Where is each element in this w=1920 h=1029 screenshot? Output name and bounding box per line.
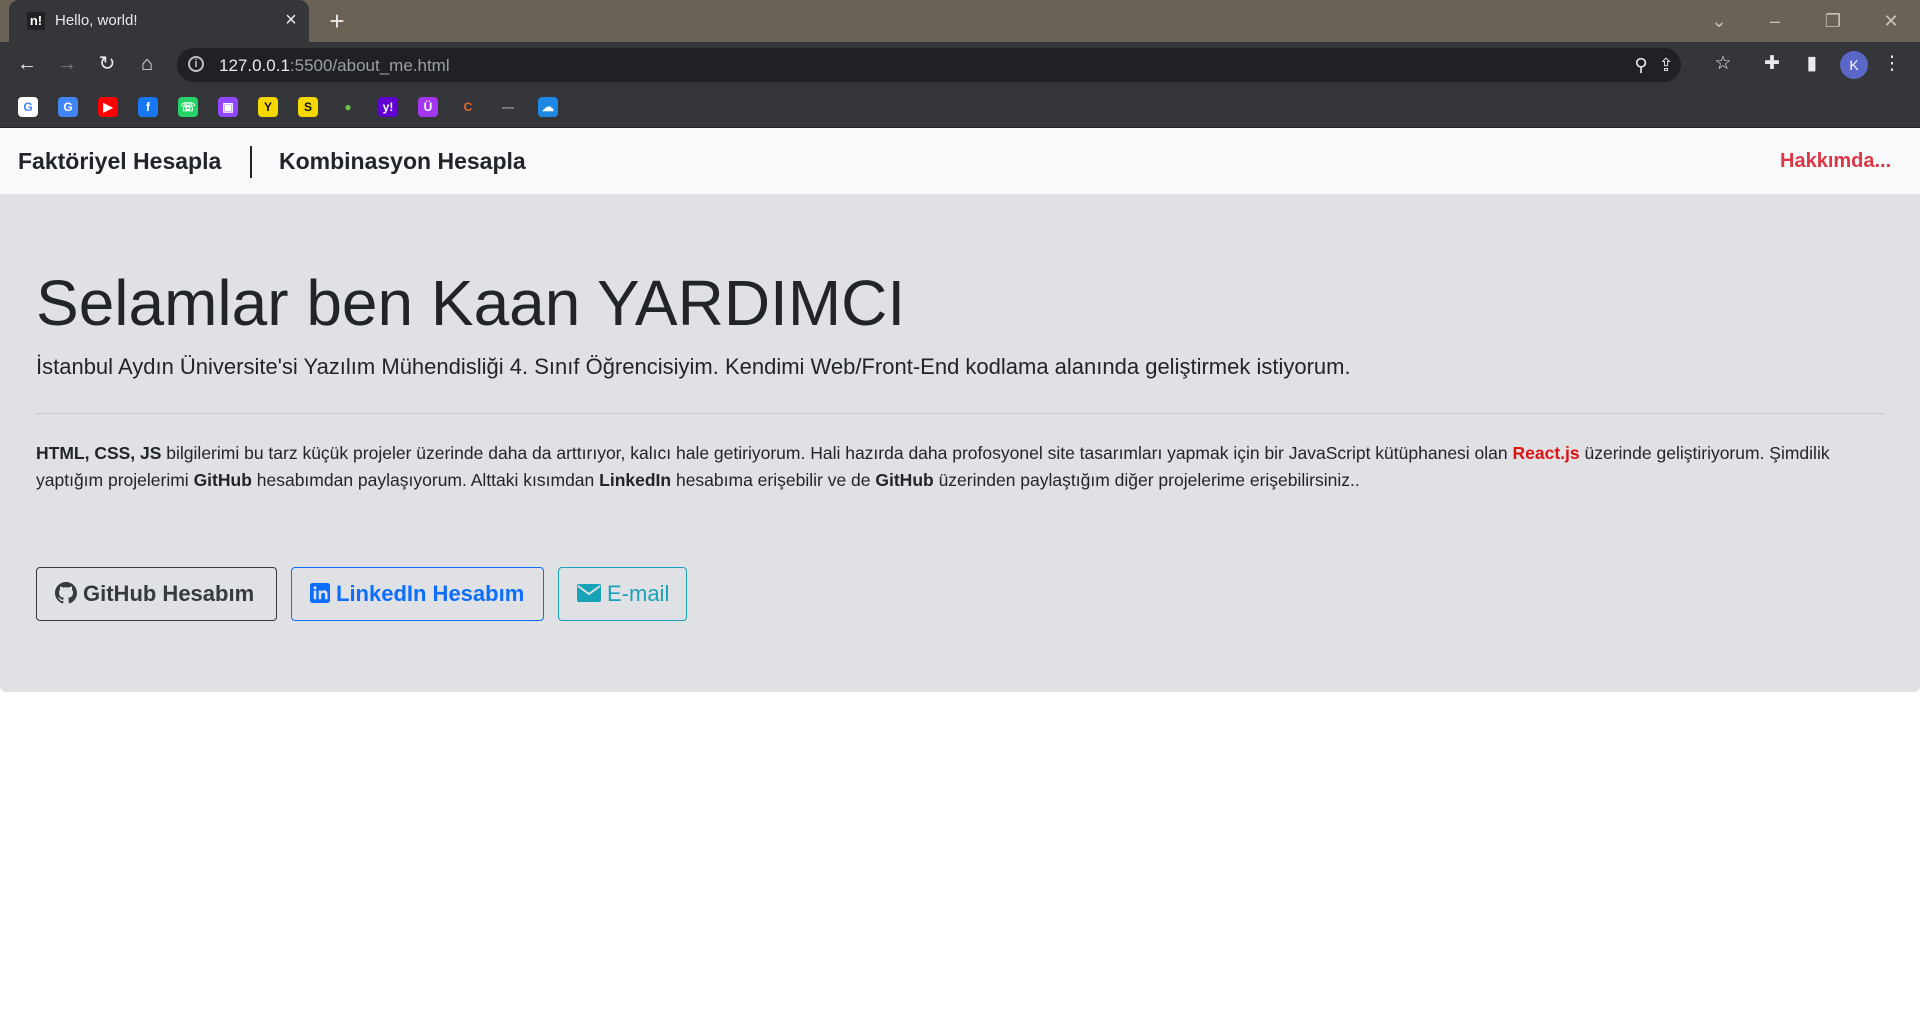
bookmark-star-icon[interactable]: ☆ xyxy=(1709,50,1737,78)
bookmarks-bar: G G ▶ f ☏ ▣ Y S ● y! Ü C — ☁ xyxy=(0,86,1920,128)
nav-link-about[interactable]: Hakkımda... xyxy=(1780,150,1891,173)
home-icon[interactable]: ⌂ xyxy=(133,50,161,78)
bookmark-drop-icon[interactable]: ● xyxy=(338,97,358,117)
email-button-label: E-mail xyxy=(607,581,670,606)
nav-link-combination[interactable]: Kombinasyon Hesapla xyxy=(279,148,526,175)
email-button[interactable]: E-mail xyxy=(558,567,687,621)
paragraph-text: bilgilerimi bu tarz küçük projeler üzeri… xyxy=(161,443,1513,463)
reload-icon[interactable]: ↻ xyxy=(93,50,121,78)
linkedin-button[interactable]: LinkedIn Hesabım xyxy=(291,567,544,621)
linkedin-button-label: LinkedIn Hesabım xyxy=(336,581,525,606)
restore-icon[interactable]: ❐ xyxy=(1820,8,1846,34)
tab-favicon: n! xyxy=(27,12,45,30)
tab-title: Hello, world! xyxy=(55,12,138,29)
github-button-label: GitHub Hesabım xyxy=(83,581,255,606)
divider xyxy=(36,413,1884,414)
bookmark-yahoo-icon[interactable]: y! xyxy=(378,97,398,117)
skills-text: HTML, CSS, JS xyxy=(36,443,162,463)
envelope-icon xyxy=(577,584,601,603)
side-panel-icon[interactable]: ▮ xyxy=(1798,50,1826,78)
bookmark-google-icon[interactable]: G xyxy=(18,97,38,117)
bookmark-facebook-icon[interactable]: f xyxy=(138,97,158,117)
close-window-icon[interactable]: ✕ xyxy=(1878,8,1904,34)
github-button[interactable]: GitHub Hesabım xyxy=(36,567,277,621)
bookmark-app-u-icon[interactable]: Ü xyxy=(418,97,438,117)
bookmark-app-s-icon[interactable]: S xyxy=(298,97,318,117)
menu-icon[interactable]: ⋮ xyxy=(1878,50,1906,78)
site-info-icon[interactable]: i xyxy=(188,56,204,72)
tab-strip: n! Hello, world! × + ⌄ – ❐ ✕ xyxy=(0,0,1920,42)
new-tab-icon[interactable]: + xyxy=(324,8,350,34)
minimize-icon[interactable]: – xyxy=(1762,8,1788,34)
page-navbar: Faktöriyel Hesapla Kombinasyon Hesapla H… xyxy=(0,128,1920,194)
bookmark-app-c-icon[interactable]: C xyxy=(458,97,478,117)
bookmark-cloud-icon[interactable]: ☁ xyxy=(538,97,558,117)
bookmark-translate-icon[interactable]: G xyxy=(58,97,78,117)
forward-icon[interactable]: → xyxy=(53,50,81,78)
extensions-icon[interactable]: ✚ xyxy=(1758,50,1786,78)
active-tab[interactable]: n! Hello, world! × xyxy=(9,0,309,42)
back-icon[interactable]: ← xyxy=(13,50,41,78)
tab-search-icon[interactable]: ⌄ xyxy=(1706,8,1732,34)
hero-title: Selamlar ben Kaan YARDIMCI xyxy=(36,267,906,339)
paragraph-text: hesabımdan paylaşıyorum. Alttaki kısımda… xyxy=(251,470,600,490)
github-text: GitHub xyxy=(875,470,934,490)
hero-paragraph: HTML, CSS, JS bilgilerimi bu tarz küçük … xyxy=(36,440,1896,494)
bookmark-youtube-icon[interactable]: ▶ xyxy=(98,97,118,117)
url-host: 127.0.0.1 xyxy=(219,56,290,75)
tab-close-icon[interactable]: × xyxy=(281,10,301,30)
zoom-icon[interactable]: ⚲ xyxy=(1629,53,1653,77)
bookmark-whatsapp-icon[interactable]: ☏ xyxy=(178,97,198,117)
bookmark-dash-icon[interactable]: — xyxy=(498,97,518,117)
nav-brand-factorial[interactable]: Faktöriyel Hesapla xyxy=(18,148,221,175)
paragraph-text: üzerinden paylaştığım diğer projelerime … xyxy=(933,470,1360,490)
url-path: :5500/about_me.html xyxy=(289,56,450,75)
linkedin-icon xyxy=(310,583,330,604)
nav-divider xyxy=(250,146,252,178)
url-text[interactable]: 127.0.0.1:5500/about_me.html xyxy=(219,56,450,76)
paragraph-text: hesabıma erişebilir ve de xyxy=(671,470,876,490)
hero-jumbotron: Selamlar ben Kaan YARDIMCI İstanbul Aydı… xyxy=(0,194,1920,692)
bookmark-twitch-icon[interactable]: ▣ xyxy=(218,97,238,117)
github-text: GitHub xyxy=(193,470,252,490)
hero-lead: İstanbul Aydın Üniversite'si Yazılım Müh… xyxy=(36,354,1351,379)
share-icon[interactable]: ⇪ xyxy=(1654,53,1678,77)
address-bar[interactable]: i 127.0.0.1:5500/about_me.html ⚲ ⇪ xyxy=(177,48,1681,82)
github-icon xyxy=(55,582,77,604)
bookmark-app-y-icon[interactable]: Y xyxy=(258,97,278,117)
react-text: React.js xyxy=(1512,443,1580,463)
linkedin-text: LinkedIn xyxy=(599,470,672,490)
profile-avatar[interactable]: K xyxy=(1840,51,1868,79)
